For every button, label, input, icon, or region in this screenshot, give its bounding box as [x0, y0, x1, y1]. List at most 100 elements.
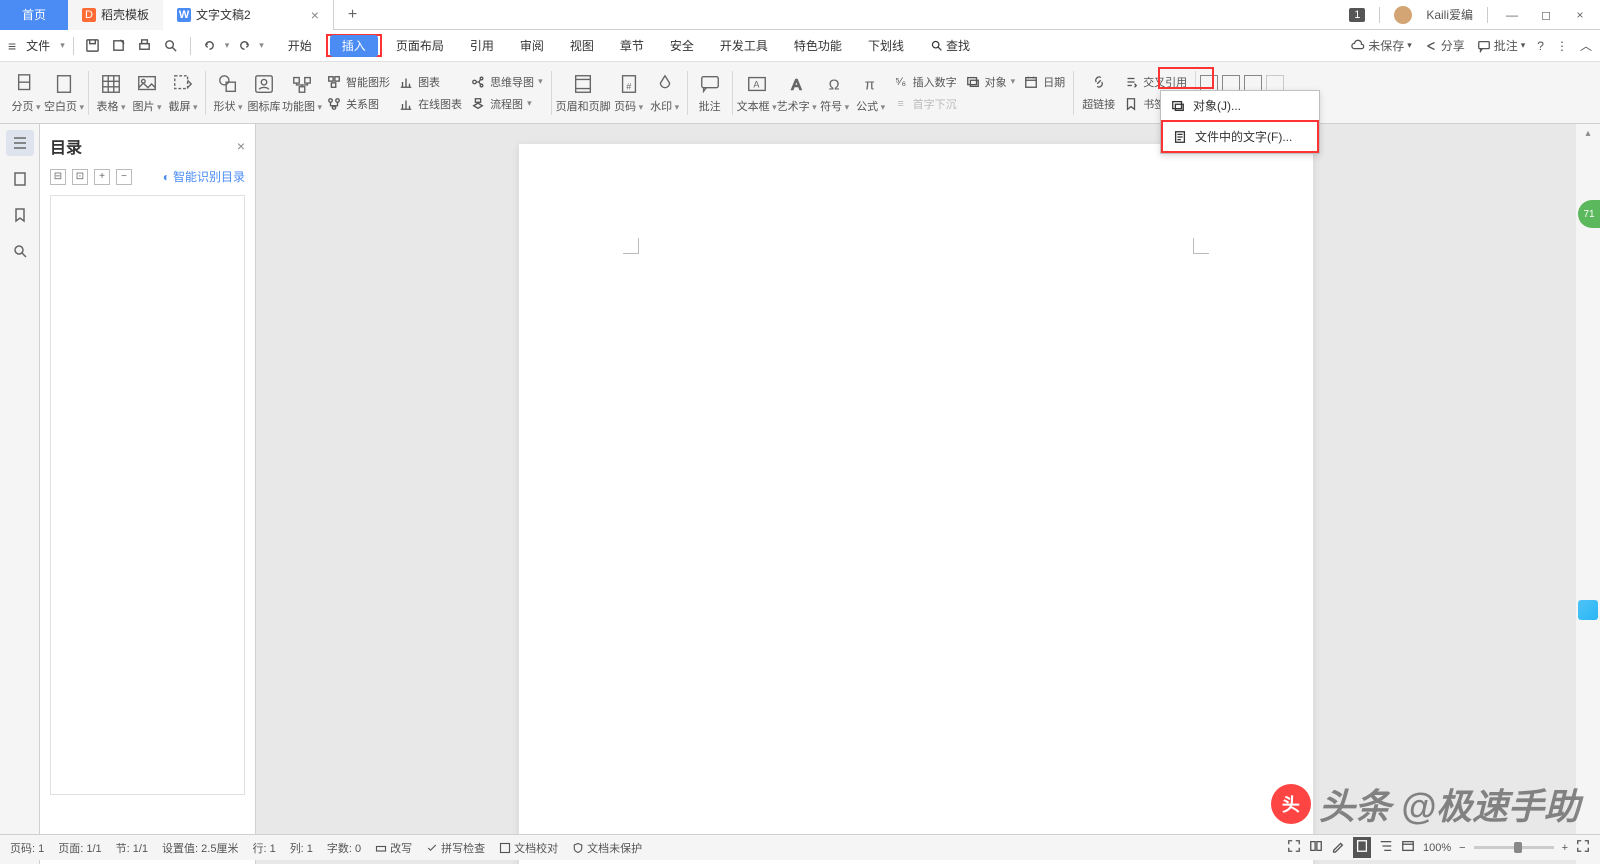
edit-mode-icon[interactable] — [1331, 839, 1345, 856]
menu-tab-start[interactable]: 开始 — [276, 33, 324, 58]
notification-badge[interactable]: 1 — [1349, 8, 1365, 22]
equation-button[interactable]: π公式 — [853, 72, 889, 114]
status-rewrite[interactable]: 改写 — [375, 840, 412, 856]
menu-tab-security[interactable]: 安全 — [658, 33, 706, 58]
view-3-icon[interactable] — [1244, 75, 1262, 91]
find-nav-icon[interactable] — [6, 238, 34, 264]
mindmap-button[interactable]: 思维导图▾ — [466, 72, 547, 92]
menu-tab-developer[interactable]: 开发工具 — [708, 33, 780, 58]
page-break-button[interactable]: 分页 — [8, 72, 44, 114]
table-button[interactable]: 表格 — [93, 72, 129, 114]
object-menu-item-textfromfile[interactable]: 文件中的文字(F)... — [1161, 120, 1319, 153]
tab-document[interactable]: W 文字文稿2 × — [163, 0, 334, 30]
picture-button[interactable]: 图片 — [129, 72, 165, 114]
menu-tab-view[interactable]: 视图 — [558, 33, 606, 58]
icon-library-button[interactable]: 图标库 — [246, 72, 282, 114]
hyperlink-label-item[interactable]: 超链接 — [1078, 94, 1119, 114]
add-icon[interactable]: + — [94, 169, 110, 185]
tab-close-icon[interactable]: × — [311, 7, 319, 23]
chart-button[interactable]: 图表 — [394, 72, 466, 92]
status-row[interactable]: 行: 1 — [252, 840, 275, 856]
menu-tab-underline[interactable]: 下划线 — [856, 33, 916, 58]
hamburger-icon[interactable]: ≡ — [8, 38, 16, 54]
document-page[interactable] — [519, 144, 1313, 864]
status-page-no[interactable]: 页码: 1 — [10, 840, 44, 856]
redo-dropdown-icon[interactable]: ▾ — [259, 40, 264, 51]
fit-icon[interactable] — [1576, 839, 1590, 856]
minimize-button[interactable]: — — [1502, 5, 1522, 25]
status-col[interactable]: 列: 1 — [290, 840, 313, 856]
unsaved-button[interactable]: 未保存▾ — [1351, 37, 1412, 54]
redo-icon[interactable] — [233, 35, 255, 57]
help-icon[interactable]: ? — [1537, 39, 1544, 53]
undo-icon[interactable] — [199, 35, 221, 57]
close-button[interactable]: × — [1570, 5, 1590, 25]
view-2-icon[interactable] — [1222, 75, 1240, 91]
outline-toggle-icon[interactable] — [6, 130, 34, 156]
symbol-button[interactable]: Ω符号 — [817, 72, 853, 114]
hyperlink-button[interactable] — [1078, 72, 1119, 92]
float-badge[interactable]: 71 — [1578, 200, 1600, 228]
page-layout-icon[interactable] — [1353, 837, 1371, 858]
preview-icon[interactable] — [160, 35, 182, 57]
maximize-button[interactable]: ◻ — [1536, 5, 1556, 25]
bookmark-nav-icon[interactable] — [6, 202, 34, 228]
comment-button[interactable]: 批注▾ — [1477, 37, 1526, 54]
status-spell[interactable]: 拼写检查 — [426, 840, 485, 856]
tab-template[interactable]: D 稻壳模板 — [68, 0, 163, 30]
tab-home[interactable]: 首页 — [0, 0, 68, 30]
comment-button[interactable]: 批注 — [692, 72, 728, 114]
user-avatar[interactable] — [1394, 6, 1412, 24]
more-icon[interactable]: ⋮ — [1556, 39, 1568, 53]
menu-tab-review[interactable]: 审阅 — [508, 33, 556, 58]
menu-tab-reference[interactable]: 引用 — [458, 33, 506, 58]
status-page[interactable]: 页面: 1/1 — [58, 840, 101, 856]
print-icon[interactable] — [134, 35, 156, 57]
menu-tab-insert[interactable]: 插入 — [330, 35, 378, 57]
expand-all-icon[interactable]: ⊟ — [50, 169, 66, 185]
insert-number-button[interactable]: ⁵⁄₆插入数字 — [889, 72, 961, 92]
smart-toc-button[interactable]: ◐ 智能识别目录 — [163, 168, 245, 185]
menu-tab-pagelayout[interactable]: 页面布局 — [384, 33, 456, 58]
collapse-all-icon[interactable]: ⊡ — [72, 169, 88, 185]
shapes-button[interactable]: 形状 — [210, 72, 246, 114]
zoom-label[interactable]: 100% — [1423, 842, 1451, 854]
print-preview-icon[interactable] — [108, 35, 130, 57]
outline-close-icon[interactable]: × — [237, 138, 245, 154]
document-area[interactable] — [256, 124, 1576, 864]
tab-add-button[interactable]: + — [334, 6, 371, 24]
save-icon[interactable] — [82, 35, 104, 57]
collapse-ribbon-icon[interactable]: ︿ — [1580, 37, 1592, 54]
zoom-slider[interactable] — [1474, 846, 1554, 849]
object-button[interactable]: 对象▾ — [961, 72, 1020, 92]
zoom-in-icon[interactable]: + — [1562, 842, 1568, 854]
undo-dropdown-icon[interactable]: ▾ — [225, 40, 230, 51]
smart-shape-button[interactable]: 智能图形 — [322, 72, 394, 92]
fullscreen-icon[interactable] — [1287, 839, 1301, 856]
zoom-out-icon[interactable]: − — [1459, 842, 1465, 854]
status-proof[interactable]: 文档校对 — [499, 840, 558, 856]
menu-tab-special[interactable]: 特色功能 — [782, 33, 854, 58]
scroll-up-icon[interactable]: ▴ — [1585, 128, 1590, 139]
page-nav-icon[interactable] — [6, 166, 34, 192]
share-button[interactable]: 分享 — [1424, 37, 1465, 54]
menu-tab-find[interactable]: 查找 — [918, 33, 982, 58]
object-menu-item-object[interactable]: 对象(J)... — [1161, 91, 1319, 120]
float-wps-icon[interactable] — [1578, 600, 1598, 620]
blank-page-button[interactable]: 空白页 — [44, 72, 84, 114]
status-chars[interactable]: 字数: 0 — [327, 840, 361, 856]
func-chart-button[interactable]: 功能图 — [282, 72, 322, 114]
file-dropdown-icon[interactable]: ▾ — [60, 40, 65, 51]
textbox-button[interactable]: A文本框 — [737, 72, 777, 114]
page-number-button[interactable]: #页码 — [611, 72, 647, 114]
right-scrollbar[interactable]: ▴ — [1576, 124, 1600, 864]
relation-button[interactable]: 关系图 — [322, 94, 394, 114]
header-footer-button[interactable]: 页眉和页脚 — [556, 72, 611, 114]
view-4-icon[interactable] — [1266, 75, 1284, 91]
flowchart-button[interactable]: 流程图▾ — [466, 94, 547, 114]
status-protection[interactable]: 文档未保护 — [572, 840, 642, 856]
date-button[interactable]: 日期 — [1019, 72, 1069, 92]
online-chart-button[interactable]: 在线图表 — [394, 94, 466, 114]
screenshot-button[interactable]: 截屏 — [165, 72, 201, 114]
outline-view-icon[interactable] — [1379, 839, 1393, 856]
